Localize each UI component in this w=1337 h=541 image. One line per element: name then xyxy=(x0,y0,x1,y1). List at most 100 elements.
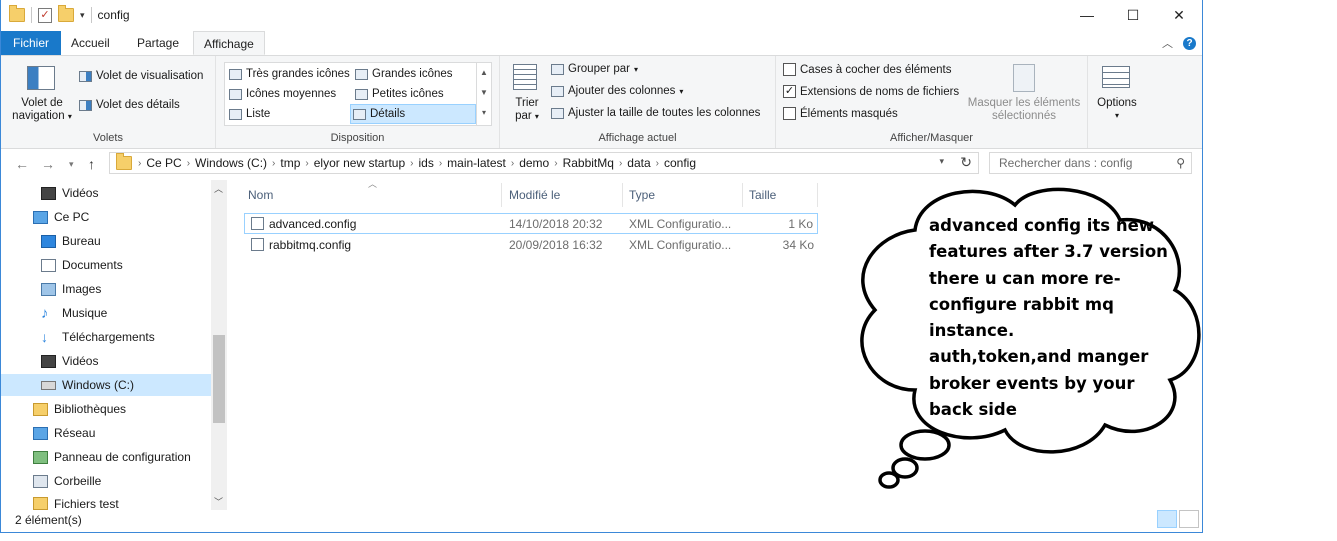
address-dropdown-icon[interactable]: ▾ xyxy=(939,156,944,167)
column-divider[interactable] xyxy=(501,183,502,207)
nav-item-music[interactable]: ♪ Musique xyxy=(41,302,107,324)
nav-item-this-pc[interactable]: Ce PC xyxy=(33,206,89,228)
large-icons-view-button[interactable] xyxy=(1179,510,1199,528)
file-extensions-toggle[interactable]: ✓ Extensions de noms de fichiers xyxy=(783,85,959,98)
nav-item-images[interactable]: Images xyxy=(41,278,101,300)
tab-file[interactable]: Fichier xyxy=(1,31,62,55)
file-row[interactable]: advanced.config 14/10/2018 20:32 XML Con… xyxy=(244,213,818,234)
breadcrumb-item[interactable]: Windows (C:) xyxy=(190,156,272,170)
properties-icon[interactable]: ✓ xyxy=(38,7,52,23)
breadcrumb-item[interactable]: data xyxy=(622,156,655,170)
collapse-ribbon-icon[interactable]: ︿ xyxy=(1162,35,1173,51)
navigation-row: ← → ▾ ↑ › Ce PC › Windows (C:) › tmp › elyor ne… xyxy=(1,150,1202,178)
hide-selected-button[interactable]: Masquer les éléments sélectionnés xyxy=(966,97,1082,123)
medium-icons-label: Icônes moyennes xyxy=(246,88,337,100)
nav-item-downloads[interactable]: ↓ Téléchargements xyxy=(41,326,155,348)
scroll-thumb[interactable] xyxy=(213,335,225,423)
annotation-line: broker events by your xyxy=(929,373,1135,393)
tab-home[interactable]: Accueil xyxy=(61,31,120,55)
add-columns-button[interactable]: Ajouter des colonnes ▾ xyxy=(551,85,683,97)
layout-small-icons[interactable]: Petites icônes xyxy=(353,85,446,103)
nav-item-label: Images xyxy=(62,282,102,296)
up-arrow-icon[interactable]: ↑ xyxy=(88,156,95,172)
annotation-line: advanced config its new xyxy=(929,216,1155,235)
forward-arrow-icon[interactable]: → xyxy=(41,156,55,172)
breadcrumb-item[interactable]: tmp xyxy=(275,156,305,170)
layout-extra-large-icons[interactable]: Très grandes icônes xyxy=(227,65,352,83)
nav-item-test-files[interactable]: Fichiers test xyxy=(33,494,119,510)
preview-pane-button[interactable]: Volet de visualisation xyxy=(79,70,203,82)
layout-list[interactable]: Liste xyxy=(227,105,272,123)
recent-locations-icon[interactable]: ▾ xyxy=(69,159,74,170)
options-button[interactable]: Options ▾ xyxy=(1096,97,1138,121)
close-button[interactable]: ✕ xyxy=(1156,0,1202,30)
options-icon[interactable] xyxy=(1102,66,1130,88)
refresh-icon[interactable]: ↻ xyxy=(960,154,972,171)
minimize-button[interactable]: — xyxy=(1064,0,1110,30)
desktop-icon xyxy=(41,234,56,248)
column-type[interactable]: Type xyxy=(629,188,655,202)
nav-item-network[interactable]: Réseau xyxy=(33,422,95,444)
nav-item-documents[interactable]: Documents xyxy=(41,254,123,276)
nav-item-videos-2[interactable]: Vidéos xyxy=(41,350,98,372)
nav-item-recycle-bin[interactable]: Corbeille xyxy=(33,470,101,492)
column-divider[interactable] xyxy=(742,183,743,207)
search-input[interactable]: Rechercher dans : config ⚲ xyxy=(989,152,1192,174)
nav-item-label: Windows (C:) xyxy=(62,378,135,392)
breadcrumb-item[interactable]: elyor new startup xyxy=(309,156,410,170)
column-name[interactable]: Nom xyxy=(248,188,273,202)
customize-toolbar-icon[interactable]: ▾ xyxy=(80,10,85,21)
help-icon[interactable]: ? xyxy=(1183,36,1196,50)
hidden-items-toggle[interactable]: Éléments masqués xyxy=(783,107,898,120)
fit-columns-button[interactable]: Ajuster la taille de toutes les colonnes xyxy=(551,107,760,119)
breadcrumb-item[interactable]: config xyxy=(659,156,701,170)
file-extensions-checkbox[interactable]: ✓ xyxy=(783,85,796,98)
add-columns-label: Ajouter des colonnes xyxy=(568,85,676,97)
gallery-scroll[interactable]: ▲ ▼ ▾ xyxy=(476,63,491,125)
navigation-scrollbar[interactable]: ︿ ﹀ xyxy=(211,180,227,510)
layout-medium-icons[interactable]: Icônes moyennes xyxy=(227,85,338,103)
sort-icon[interactable] xyxy=(513,64,537,90)
column-size[interactable]: Taille xyxy=(749,188,776,202)
navigation-pane-icon[interactable] xyxy=(27,66,55,90)
address-bar[interactable]: › Ce PC › Windows (C:) › tmp › elyor new startu… xyxy=(109,152,979,174)
music-icon: ♪ xyxy=(41,304,49,322)
column-modified[interactable]: Modifié le xyxy=(509,188,560,202)
hidden-items-checkbox[interactable] xyxy=(783,107,796,120)
item-checkboxes-checkbox[interactable] xyxy=(783,63,796,76)
file-row[interactable]: rabbitmq.config 20/09/2018 16:32 XML Con… xyxy=(244,234,818,255)
toolbar-divider xyxy=(31,7,32,23)
navigation-pane-button[interactable]: Volet de navigation ▾ xyxy=(9,97,75,123)
nav-item-windows-c[interactable]: Windows (C:) xyxy=(1,374,211,396)
nav-item-videos[interactable]: Vidéos xyxy=(41,182,98,204)
nav-item-libraries[interactable]: Bibliothèques xyxy=(33,398,126,420)
maximize-button[interactable]: ☐ xyxy=(1110,0,1156,30)
column-divider[interactable] xyxy=(817,183,818,207)
nav-item-control-panel[interactable]: Panneau de configuration xyxy=(33,446,191,468)
tab-share[interactable]: Partage xyxy=(127,31,189,55)
details-view-button[interactable] xyxy=(1157,510,1177,528)
layout-details[interactable]: Détails xyxy=(350,104,476,124)
item-checkboxes-toggle[interactable]: Cases à cocher des éléments xyxy=(783,63,952,76)
library-icon xyxy=(33,402,48,416)
column-divider[interactable] xyxy=(622,183,623,207)
breadcrumb-item[interactable]: RabbitMq xyxy=(558,156,619,170)
back-arrow-icon[interactable]: ← xyxy=(15,156,29,172)
breadcrumb-item[interactable]: Ce PC xyxy=(141,156,186,170)
sort-by-button[interactable]: Trier par ▾ xyxy=(514,97,540,123)
details-pane-button[interactable]: Volet des détails xyxy=(79,99,180,111)
breadcrumb-item[interactable]: main-latest xyxy=(442,156,511,170)
breadcrumb-item[interactable]: demo xyxy=(514,156,554,170)
scroll-down-icon[interactable]: ﹀ xyxy=(214,495,223,508)
tab-view[interactable]: Affichage xyxy=(193,31,265,55)
document-icon xyxy=(41,258,56,272)
nav-item-desktop[interactable]: Bureau xyxy=(41,230,101,252)
layout-large-icons[interactable]: Grandes icônes xyxy=(353,65,455,83)
small-icons-icon xyxy=(355,88,368,100)
hide-selected-icon xyxy=(1013,64,1035,92)
group-by-button[interactable]: Grouper par ▾ xyxy=(551,63,638,75)
breadcrumb-item[interactable]: ids xyxy=(413,156,438,170)
scroll-up-icon[interactable]: ︿ xyxy=(214,182,223,195)
config-file-icon xyxy=(251,238,264,251)
new-folder-icon[interactable] xyxy=(58,5,74,22)
